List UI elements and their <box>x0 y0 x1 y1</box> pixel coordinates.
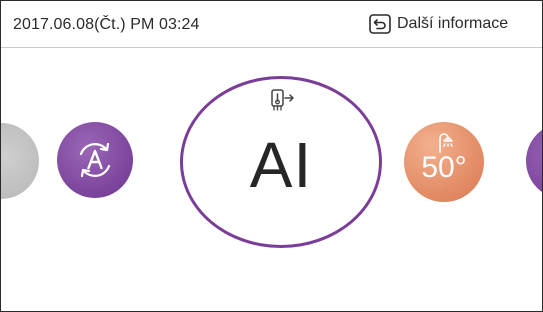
status-bar: 2017.06.08(Čt.) PM 03:24 Další informace <box>1 1 542 48</box>
mode-bubble-next[interactable] <box>526 123 542 199</box>
date-time: 2017.06.08(Čt.) PM 03:24 <box>13 16 200 33</box>
heater-transfer-icon <box>271 89 294 111</box>
more-info-label: Další informace <box>397 15 509 32</box>
mode-bubble-ai[interactable]: AI <box>180 76 382 248</box>
ai-mode-label: AI <box>249 129 313 201</box>
auto-cycle-icon <box>79 142 111 178</box>
mode-bubble-shower[interactable]: 50° <box>404 122 484 202</box>
shower-temperature: 50° <box>421 151 467 184</box>
control-screen: 2017.06.08(Čt.) PM 03:24 Další informace <box>0 0 543 312</box>
mode-bubble-previous[interactable] <box>1 123 39 199</box>
return-arrow-icon <box>369 14 391 34</box>
more-info-button[interactable]: Další informace <box>369 12 508 36</box>
mode-bubble-auto[interactable] <box>57 122 133 198</box>
